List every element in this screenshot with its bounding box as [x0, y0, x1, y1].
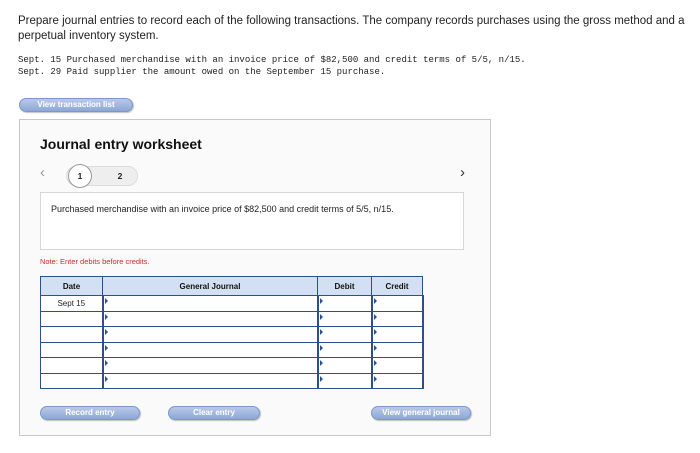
step-1-tab[interactable]: 1 [68, 164, 92, 188]
transaction-item: Sept. 29 Paid supplier the amount owed o… [18, 66, 386, 77]
credit-input[interactable] [370, 310, 424, 327]
general-journal-header: General Journal [102, 276, 318, 296]
debit-input[interactable] [316, 357, 373, 374]
view-general-journal-button[interactable]: View general journal [371, 406, 471, 420]
table-row [40, 326, 424, 343]
journal-entry-worksheet: Journal entry worksheet ‹ 1 2 › Purchase… [19, 119, 491, 436]
debit-header: Debit [317, 276, 372, 296]
debit-input[interactable] [316, 341, 373, 358]
date-cell [40, 341, 103, 358]
view-transaction-list-button[interactable]: View transaction list [19, 98, 133, 112]
credit-input[interactable] [370, 372, 424, 389]
chevron-left-icon[interactable]: ‹ [40, 164, 45, 181]
credit-input[interactable] [370, 357, 424, 374]
credit-header: Credit [371, 276, 423, 296]
journal-table-header: Date General Journal Debit Credit [40, 276, 423, 296]
credit-input[interactable] [370, 326, 424, 343]
transaction-description: Purchased merchandise with an invoice pr… [51, 204, 394, 214]
journal-table: Date General Journal Debit Credit Sept 1… [40, 276, 424, 389]
debit-input[interactable] [316, 310, 373, 327]
account-input[interactable] [101, 310, 319, 327]
worksheet-title: Journal entry worksheet [40, 136, 202, 152]
instructions-text: Prepare journal entries to record each o… [18, 15, 685, 42]
account-input[interactable] [101, 295, 319, 312]
record-entry-button[interactable]: Record entry [40, 406, 140, 420]
debit-input[interactable] [316, 295, 373, 312]
table-row [40, 341, 424, 358]
date-cell [40, 372, 103, 389]
table-row: Sept 15 [40, 295, 424, 312]
transaction-item: Sept. 15 Purchased merchandise with an i… [18, 55, 526, 65]
credit-input[interactable] [370, 295, 424, 312]
date-cell [40, 310, 103, 327]
account-input[interactable] [101, 341, 319, 358]
transaction-description-box: Purchased merchandise with an invoice pr… [40, 192, 464, 250]
account-input[interactable] [101, 357, 319, 374]
debit-input[interactable] [316, 326, 373, 343]
debit-input[interactable] [316, 372, 373, 389]
step-2-tab[interactable]: 2 [108, 164, 132, 188]
account-input[interactable] [101, 326, 319, 343]
transaction-list: Sept. 15 Purchased merchandise with an i… [18, 55, 526, 78]
credit-input[interactable] [370, 341, 424, 358]
date-header: Date [40, 276, 103, 296]
chevron-right-icon[interactable]: › [460, 164, 465, 181]
table-row [40, 372, 424, 389]
date-cell: Sept 15 [40, 295, 103, 312]
date-cell [40, 326, 103, 343]
table-row [40, 357, 424, 374]
account-input[interactable] [101, 372, 319, 389]
date-cell [40, 357, 103, 374]
table-row [40, 310, 424, 327]
clear-entry-button[interactable]: Clear entry [168, 406, 260, 420]
entry-note: Note: Enter debits before credits. [40, 257, 150, 266]
